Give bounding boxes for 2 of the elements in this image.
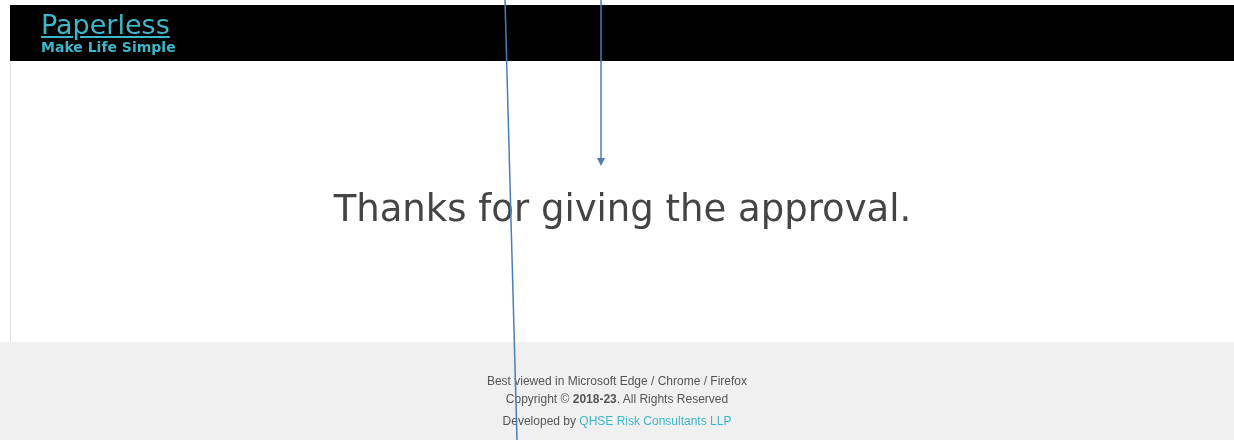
logo-tagline: Make Life Simple bbox=[41, 39, 176, 55]
developer-link[interactable]: QHSE Risk Consultants LLP bbox=[579, 414, 732, 428]
